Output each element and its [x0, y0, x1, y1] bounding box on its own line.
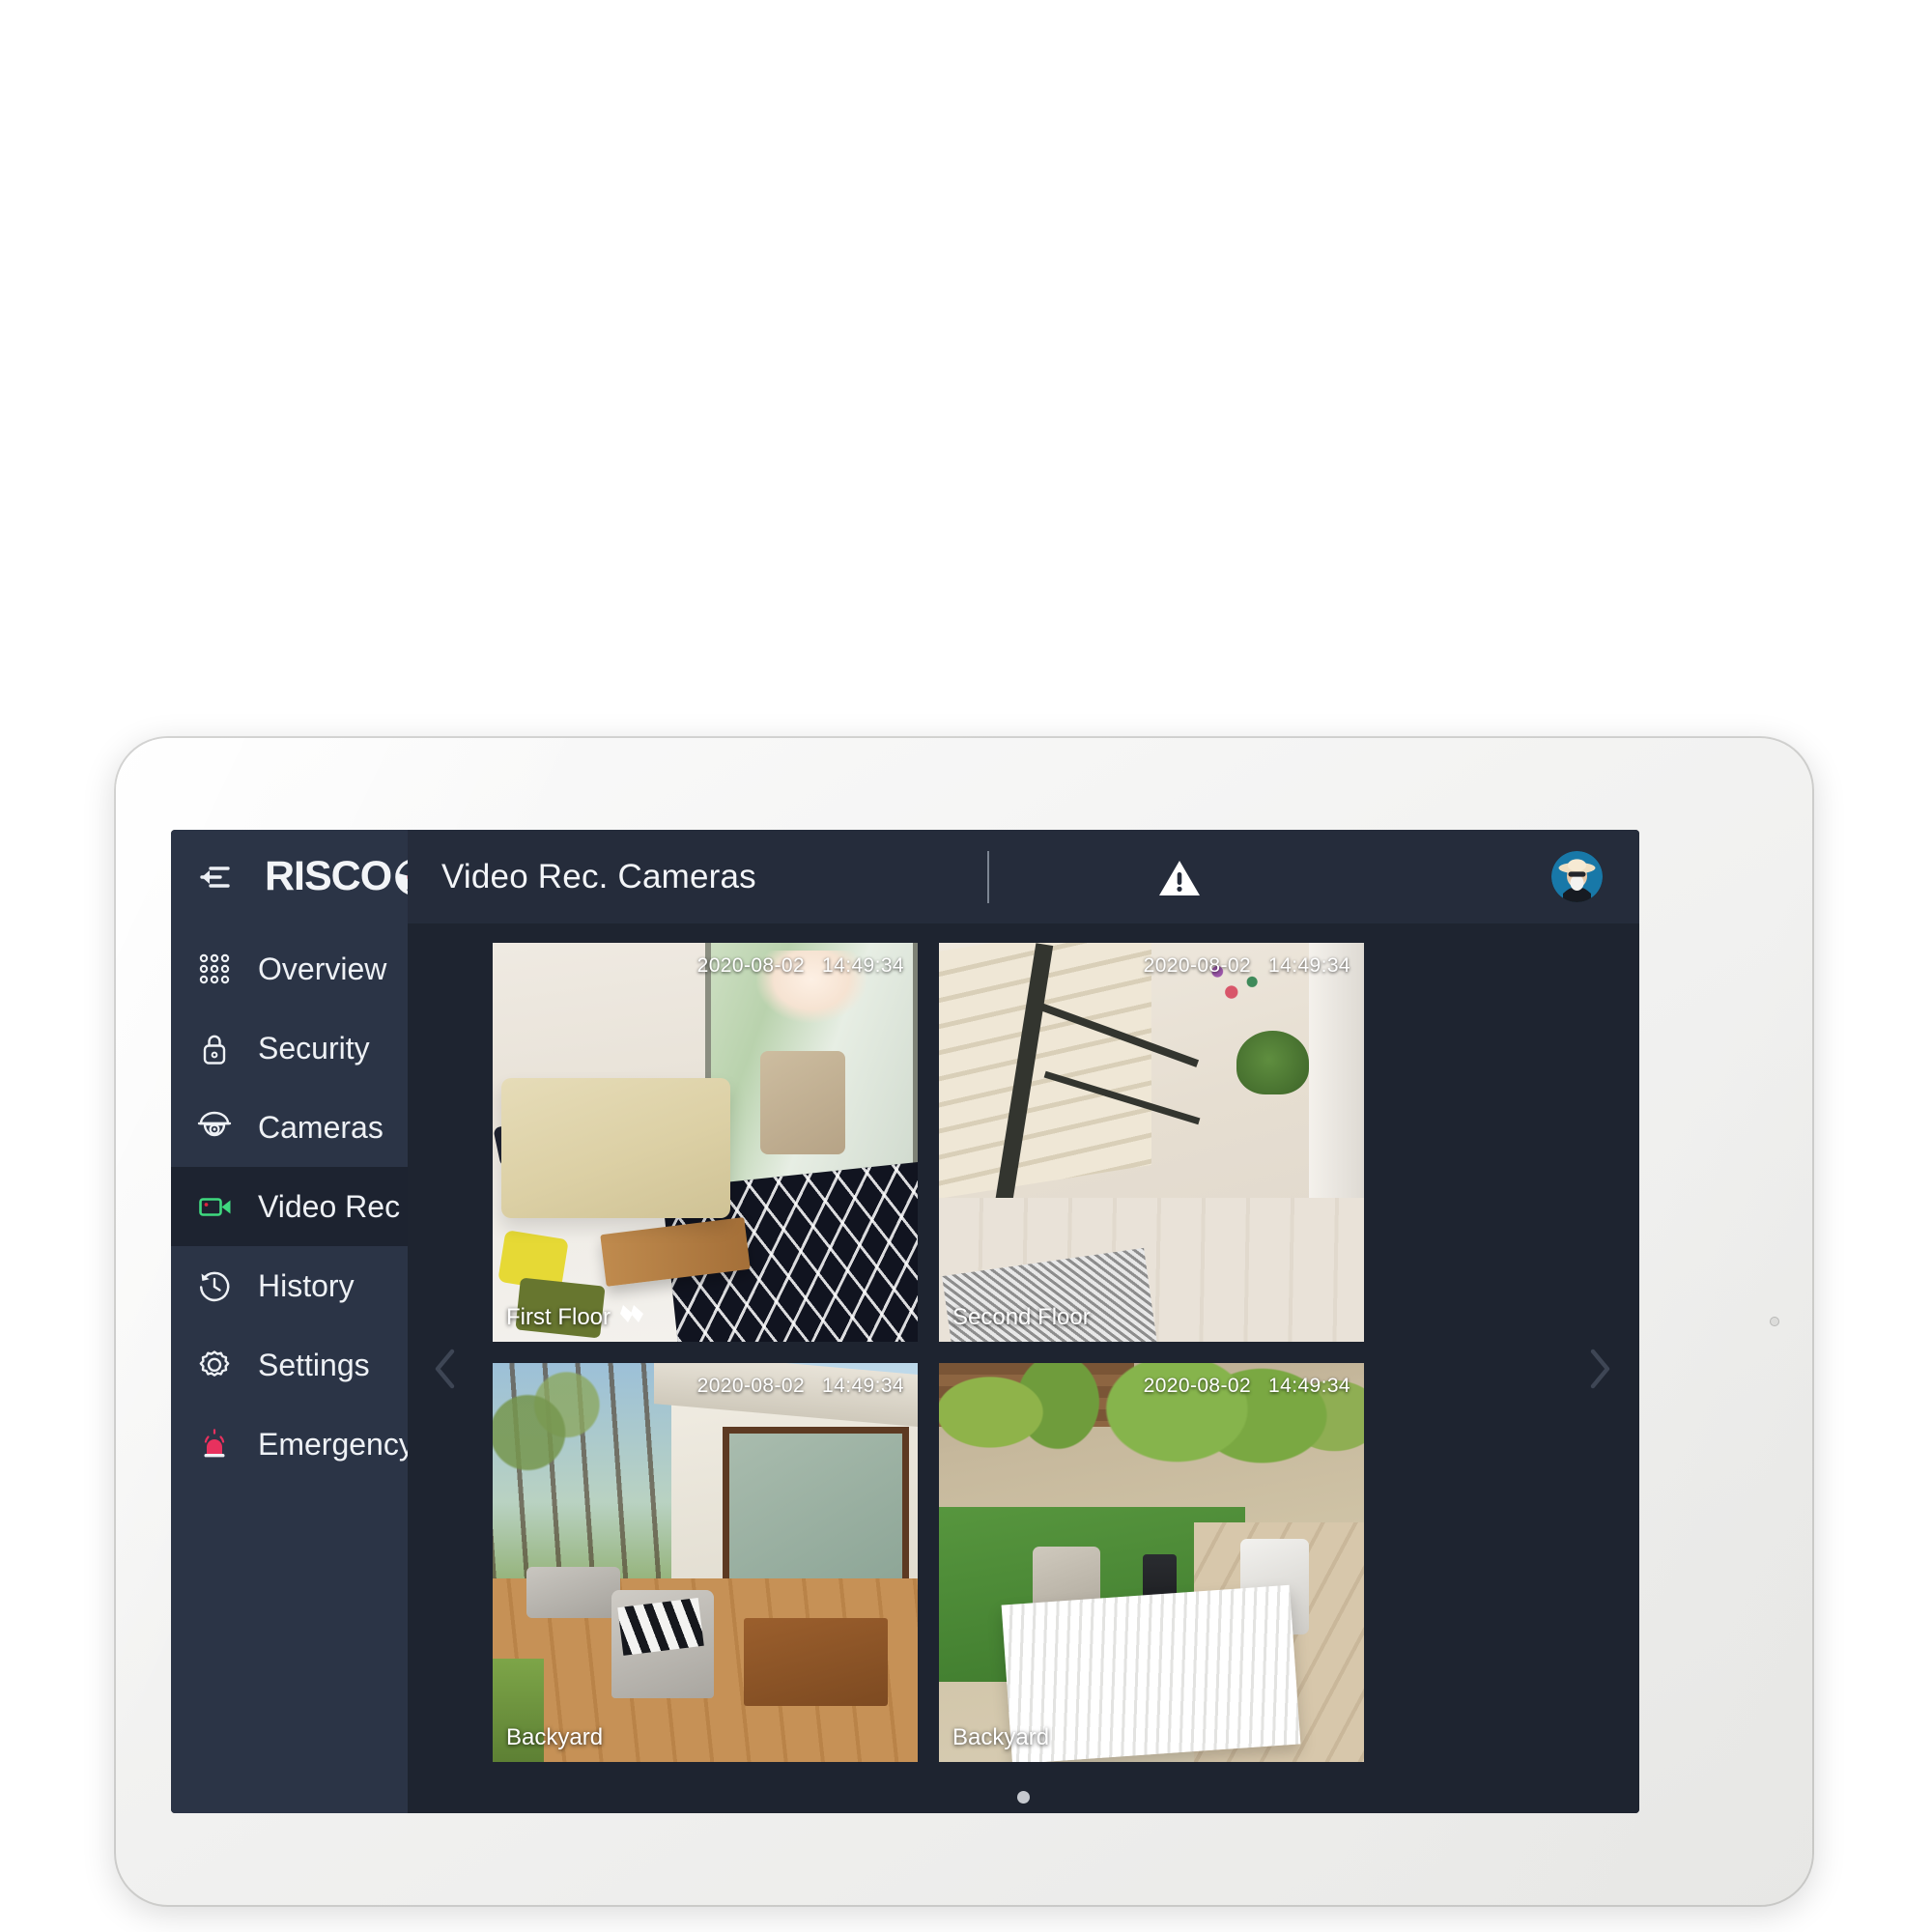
timestamp-overlay: 2020-08-02 14:49:34: [1144, 1375, 1350, 1398]
tablet-device: RISCO Video Rec. Cameras Overview Securi…: [114, 736, 1814, 1907]
camera-tile[interactable]: 2020-08-02 14:49:34 First Floor: [493, 943, 918, 1342]
clock-history-icon: [192, 1264, 237, 1308]
chevron-left-icon[interactable]: [419, 1335, 471, 1403]
app-header: RISCO Video Rec. Cameras: [171, 830, 1639, 923]
header-brand-area: RISCO: [171, 830, 432, 923]
camera-label: Second Floor: [952, 1304, 1091, 1331]
camera-feed-image: [493, 1363, 918, 1762]
sidebar-item-history[interactable]: History: [171, 1246, 408, 1325]
timestamp-overlay: 2020-08-02 14:49:34: [1144, 954, 1350, 978]
sidebar-item-label: History: [258, 1267, 355, 1303]
sidebar-item-security[interactable]: Security: [171, 1009, 408, 1088]
screenshot-root: RISCO Video Rec. Cameras Overview Securi…: [0, 0, 1932, 1932]
sidebar-item-video-rec[interactable]: Video Rec: [171, 1167, 408, 1246]
grid-dots-icon: [192, 947, 237, 991]
brand-text: RISCO: [265, 853, 392, 899]
sidebar-item-label: Cameras: [258, 1109, 384, 1145]
page-dot[interactable]: [1017, 1791, 1030, 1804]
stamp-date: 2020-08-02: [1143, 1375, 1252, 1397]
camera-feed-image: [939, 943, 1364, 1342]
sidebar-item-label: Overview: [258, 951, 387, 986]
camera-tile[interactable]: 2020-08-02 14:49:34 Backyard: [939, 1363, 1364, 1762]
padlock-icon: [192, 1026, 237, 1070]
timestamp-overlay: 2020-08-02 14:49:34: [697, 1375, 904, 1398]
tablet-screen: RISCO Video Rec. Cameras Overview Securi…: [171, 830, 1639, 1813]
camera-tile[interactable]: 2020-08-02 14:49:34 Backyard: [493, 1363, 918, 1762]
camera-grid: 2020-08-02 14:49:34 First Floor 2020-08-…: [493, 943, 1364, 1762]
camera-grid-area: 2020-08-02 14:49:34 First Floor 2020-08-…: [408, 923, 1639, 1813]
back-arrow-menu-icon[interactable]: [193, 855, 238, 899]
sidebar-item-label: Settings: [258, 1347, 370, 1382]
timestamp-overlay: 2020-08-02 14:49:34: [697, 954, 904, 978]
sidebar-item-cameras[interactable]: Cameras: [171, 1088, 408, 1167]
sidebar-item-label: Security: [258, 1030, 370, 1065]
user-avatar[interactable]: [1551, 851, 1603, 902]
stamp-time: 14:49:34: [822, 954, 904, 977]
siren-alarm-icon: [192, 1422, 237, 1466]
camera-label: First Floor: [506, 1303, 647, 1331]
stamp-date: 2020-08-02: [696, 1375, 806, 1397]
sidebar-item-settings[interactable]: Settings: [171, 1325, 408, 1405]
stamp-time: 14:49:34: [822, 1375, 904, 1397]
gear-icon: [192, 1343, 237, 1387]
chevron-right-icon[interactable]: [1574, 1335, 1626, 1403]
camera-name: Backyard: [506, 1724, 604, 1750]
carousel-page-indicator[interactable]: [408, 1791, 1639, 1804]
sidebar-item-label: Emergency: [258, 1426, 414, 1462]
stamp-date: 2020-08-02: [1143, 954, 1252, 977]
double-chevron-icon: [620, 1303, 647, 1331]
page-title: Video Rec. Cameras: [441, 857, 756, 895]
app-body: Overview Security Cameras Video Rec Hist…: [171, 923, 1639, 1813]
camera-name: Second Floor: [952, 1304, 1091, 1330]
camera-feed-image: [939, 1363, 1364, 1762]
sidebar-item-label: Video Rec: [258, 1188, 401, 1224]
warning-triangle-icon[interactable]: [1156, 855, 1203, 901]
stamp-time: 14:49:34: [1268, 1375, 1350, 1397]
sidebar-item-emergency[interactable]: Emergency: [171, 1405, 414, 1484]
video-camera-icon: [192, 1184, 237, 1229]
camera-label: Backyard: [952, 1724, 1049, 1751]
header-title-area: Video Rec. Cameras: [408, 830, 1639, 923]
front-camera-dot: [1770, 1317, 1779, 1326]
stamp-time: 14:49:34: [1268, 954, 1350, 977]
dome-camera-icon: [192, 1105, 237, 1150]
sidebar-item-overview[interactable]: Overview: [171, 929, 408, 1009]
stamp-date: 2020-08-02: [696, 954, 806, 977]
sidebar-nav: Overview Security Cameras Video Rec Hist…: [171, 923, 414, 1813]
camera-label: Backyard: [506, 1724, 603, 1751]
camera-tile[interactable]: 2020-08-02 14:49:34 Second Floor: [939, 943, 1364, 1342]
header-divider: [987, 851, 989, 903]
camera-feed-image: [493, 943, 918, 1342]
camera-name: First Floor: [506, 1303, 611, 1330]
camera-name: Backyard: [952, 1724, 1050, 1750]
